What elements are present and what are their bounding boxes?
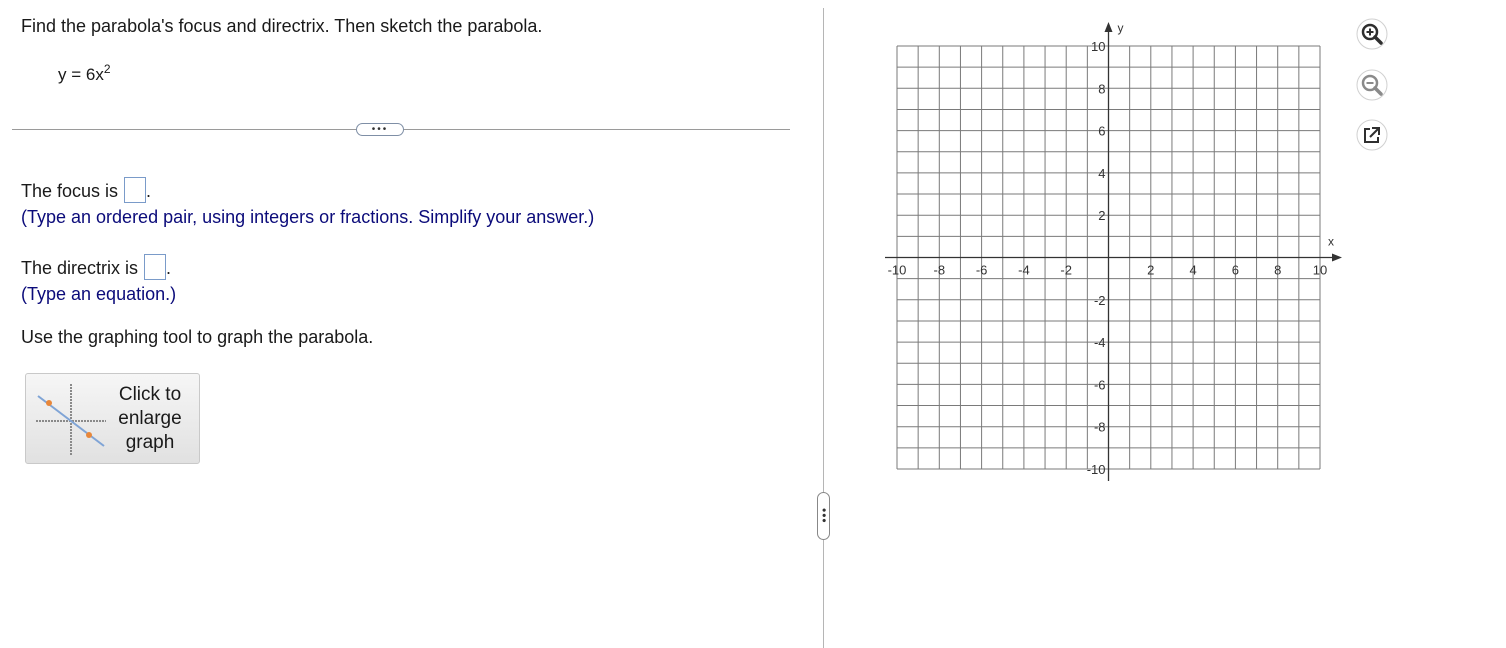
x-axis-label: x (1328, 235, 1334, 249)
zoom-in-button[interactable] (1355, 17, 1389, 51)
y-tick-label: 8 (1098, 81, 1105, 96)
focus-row: The focus is. (21, 177, 151, 203)
y-tick-label: 2 (1098, 208, 1105, 223)
zoom-out-button[interactable] (1355, 68, 1389, 102)
directrix-row: The directrix is. (21, 254, 171, 280)
y-tick-label: -10 (1087, 462, 1106, 477)
x-tick-label: 8 (1274, 263, 1281, 278)
x-tick-label: -10 (888, 263, 907, 278)
x-tick-label: 4 (1189, 263, 1196, 278)
x-tick-label: 10 (1313, 263, 1327, 278)
graphing-tool-canvas[interactable]: x y -10 -8 -6 -4 -2 2 4 6 8 10 10 8 6 4 2 -2 -4 -6 -8 -10 (860, 14, 1360, 484)
zoom-out-icon (1356, 69, 1388, 101)
enlarge-label-line3: graph (125, 432, 175, 453)
enlarge-label-line2: enlarge (118, 408, 182, 429)
show-more-button[interactable]: ••• (356, 123, 404, 136)
enlarge-graph-label: Click to enlarge graph (112, 383, 188, 455)
enlarge-graph-button[interactable]: Click to enlarge graph (25, 373, 200, 464)
graph-thumbnail-icon (36, 384, 106, 456)
question-pane: Find the parabola's focus and directrix.… (0, 0, 812, 648)
x-tick-label: 6 (1232, 263, 1239, 278)
pane-resize-handle[interactable]: ••• (817, 492, 831, 540)
graph-instruction: Use the graphing tool to graph the parab… (21, 327, 374, 347)
y-tick-label: -8 (1094, 420, 1106, 435)
pane-handle-dots: ••• (817, 508, 831, 524)
x-tick-label: -8 (934, 263, 946, 278)
x-tick-label: -4 (1018, 263, 1030, 278)
equation-base: y = 6x (58, 65, 104, 84)
focus-answer-box[interactable] (124, 177, 147, 203)
directrix-hint: (Type an equation.) (21, 284, 177, 304)
y-axis-arrow (1104, 22, 1113, 32)
popout-icon (1356, 119, 1388, 151)
parabola-equation: y = 6x2 (58, 62, 111, 85)
zoom-in-icon (1356, 18, 1388, 50)
x-tick-label: -6 (976, 263, 988, 278)
y-tick-label: 10 (1091, 39, 1105, 54)
x-tick-label: 2 (1147, 263, 1154, 278)
pane-divider (823, 8, 824, 648)
y-tick-label: 4 (1098, 166, 1105, 181)
focus-label: The focus is (21, 181, 119, 201)
x-tick-label: -2 (1060, 263, 1072, 278)
focus-hint: (Type an ordered pair, using integers or… (21, 207, 595, 227)
popout-button[interactable] (1355, 118, 1389, 152)
y-tick-label: -2 (1094, 293, 1106, 308)
equation-exponent: 2 (103, 62, 111, 76)
y-axis-label: y (1118, 21, 1124, 35)
directrix-label: The directrix is (21, 258, 139, 278)
x-axis-arrow (1332, 253, 1342, 262)
directrix-answer-box[interactable] (144, 254, 167, 280)
enlarge-label-line1: Click to (118, 384, 182, 405)
directrix-period: . (166, 258, 172, 278)
question-prompt: Find the parabola's focus and directrix.… (21, 16, 543, 36)
y-tick-label: -4 (1094, 335, 1106, 350)
y-tick-label: 6 (1098, 124, 1105, 139)
focus-period: . (146, 181, 152, 201)
y-tick-label: -6 (1094, 377, 1106, 392)
